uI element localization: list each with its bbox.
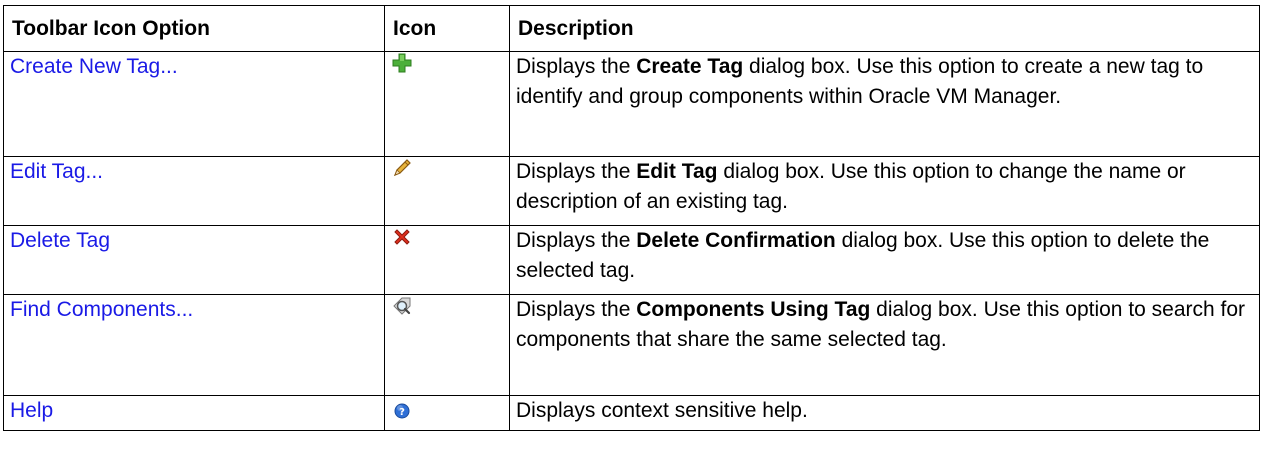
delete-x-icon bbox=[391, 226, 413, 248]
description-text: Displays the bbox=[516, 229, 637, 252]
table-row: Delete Tag Displays the Delete Confirmat… bbox=[3, 225, 1260, 295]
option-cell: Create New Tag... bbox=[3, 51, 385, 157]
header-icon: Icon bbox=[384, 5, 510, 52]
header-description: Description bbox=[509, 5, 1260, 52]
toolbar-options-table: Toolbar Icon Option Icon Description Cre… bbox=[3, 5, 1260, 431]
find-tag-icon bbox=[391, 295, 413, 317]
icon-cell: ? bbox=[384, 395, 510, 431]
icon-cell bbox=[384, 51, 510, 157]
description-text: Displays context sensitive help. bbox=[516, 399, 808, 422]
option-cell: Delete Tag bbox=[3, 225, 385, 295]
edit-tag-link[interactable]: Edit Tag... bbox=[10, 160, 103, 183]
create-new-tag-link[interactable]: Create New Tag... bbox=[10, 55, 178, 78]
table-row: Help ? Displays context sensitive help. bbox=[3, 395, 1260, 431]
dialog-name: Delete Confirmation bbox=[636, 229, 836, 252]
find-components-link[interactable]: Find Components... bbox=[10, 298, 193, 321]
delete-tag-link[interactable]: Delete Tag bbox=[10, 229, 110, 252]
icon-cell bbox=[384, 225, 510, 295]
description-cell: Displays the Components Using Tag dialog… bbox=[509, 294, 1260, 396]
description-text: Displays the bbox=[516, 298, 637, 321]
description-text: Displays the bbox=[516, 160, 637, 183]
option-cell: Edit Tag... bbox=[3, 156, 385, 226]
pencil-icon bbox=[391, 157, 413, 179]
description-cell: Displays the Create Tag dialog box. Use … bbox=[509, 51, 1260, 157]
dialog-name: Edit Tag bbox=[636, 160, 718, 183]
description-cell: Displays the Edit Tag dialog box. Use th… bbox=[509, 156, 1260, 226]
svg-text:?: ? bbox=[399, 407, 405, 418]
table-header-row: Toolbar Icon Option Icon Description bbox=[3, 5, 1260, 52]
table-row: Edit Tag... Displays the Edit Tag dialog… bbox=[3, 156, 1260, 226]
table-row: Find Components... Displays the Componen… bbox=[3, 294, 1260, 396]
dialog-name: Components Using Tag bbox=[636, 298, 871, 321]
description-text: Displays the bbox=[516, 55, 637, 78]
description-cell: Displays context sensitive help. bbox=[509, 395, 1260, 431]
help-icon: ? bbox=[391, 400, 413, 422]
description-cell: Displays the Delete Confirmation dialog … bbox=[509, 225, 1260, 295]
icon-cell bbox=[384, 294, 510, 396]
help-link[interactable]: Help bbox=[10, 399, 53, 422]
icon-cell bbox=[384, 156, 510, 226]
option-cell: Find Components... bbox=[3, 294, 385, 396]
dialog-name: Create Tag bbox=[636, 55, 744, 78]
add-plus-icon bbox=[391, 52, 413, 74]
header-option: Toolbar Icon Option bbox=[3, 5, 385, 52]
table-row: Create New Tag... Displays the Create Ta… bbox=[3, 51, 1260, 157]
option-cell: Help bbox=[3, 395, 385, 431]
